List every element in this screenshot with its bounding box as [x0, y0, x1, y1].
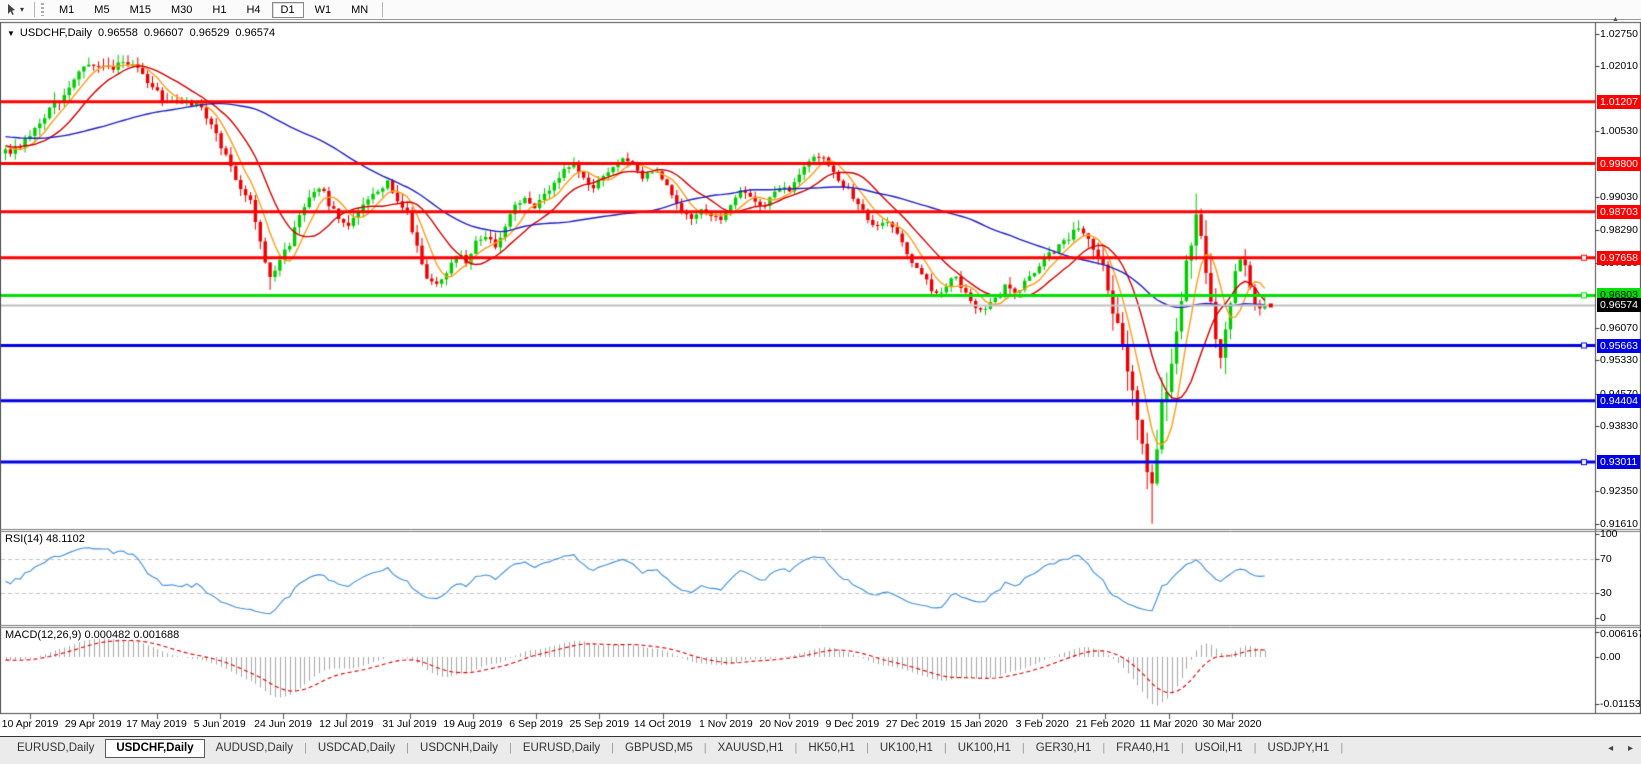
rsi-indicator-label: RSI(14) 48.1102 [5, 533, 85, 545]
chart-tab-usoil-h1[interactable]: USOil,H1 [1184, 739, 1254, 757]
chart-title: ▼ USDCHF,Daily 0.96558 0.96607 0.96529 0… [7, 27, 275, 39]
ohlc-low-value: 0.96529 [189, 27, 230, 39]
chart-tab-usdchf-daily[interactable]: USDCHF,Daily [105, 739, 205, 758]
chart-tab-usdjpy-h1[interactable]: USDJPY,H1 [1257, 739, 1341, 757]
toolbar-grip-handle[interactable] [41, 3, 45, 16]
tab-scroll-left-icon[interactable]: ◂ [1608, 743, 1613, 754]
timeframe-button-h1[interactable]: H1 [203, 2, 235, 18]
timeframe-button-m15[interactable]: M15 [121, 2, 160, 18]
chart-tab-usdcad-daily[interactable]: USDCAD,Daily [307, 739, 406, 757]
chart-tab-xauusd-h1[interactable]: XAUUSD,H1 [707, 739, 795, 757]
chart-tab-uk100-h1[interactable]: UK100,H1 [869, 739, 944, 757]
toolbar-separator [382, 2, 384, 17]
timeframe-button-mn[interactable]: MN [342, 2, 377, 18]
timeframe-toolbar: ▾ M1 M5 M15 M30 H1 H4 D1 W1 MN [0, 0, 1641, 20]
chart-tab-gbpusd-m5[interactable]: GBPUSD,M5 [614, 739, 704, 757]
chart-tab-usdcnh-daily[interactable]: USDCNH,Daily [409, 739, 509, 757]
chart-tab-uk100-h1[interactable]: UK100,H1 [947, 739, 1022, 757]
chart-scroll-up-icon[interactable]: ▲ [1612, 16, 1619, 23]
timeframe-button-h4[interactable]: H4 [237, 2, 269, 18]
chart-tab-eurusd-daily[interactable]: EURUSD,Daily [6, 739, 105, 757]
chart-tab-ger30-h1[interactable]: GER30,H1 [1025, 739, 1103, 757]
cursor-tool-dropdown-icon[interactable]: ▾ [20, 5, 24, 14]
tab-scroll-arrows: ◂ ▸ [1596, 743, 1633, 754]
chart-tab-fra40-h1[interactable]: FRA40,H1 [1105, 739, 1181, 757]
timeframe-button-w1[interactable]: W1 [306, 2, 341, 18]
toolbar-separator [34, 2, 36, 17]
chart-tab-eurusd-daily[interactable]: EURUSD,Daily [512, 739, 611, 757]
one-click-collapse-icon[interactable]: ▼ [7, 29, 15, 38]
tab-scroll-right-icon[interactable]: ▸ [1628, 743, 1633, 754]
ohlc-high-value: 0.96607 [143, 27, 184, 39]
ohlc-close-value: 0.96574 [235, 27, 276, 39]
timeframe-button-m1[interactable]: M1 [50, 2, 83, 18]
chart-tab-hk50-h1[interactable]: HK50,H1 [797, 739, 866, 757]
chart-tab-audusd-daily[interactable]: AUDUSD,Daily [205, 739, 304, 757]
chart-tab-bar: EURUSD,Daily USDCHF,Daily AUDUSD,Daily | USD… [0, 736, 1641, 764]
timeframe-buttons-group: M1 M5 M15 M30 H1 H4 D1 W1 MN [49, 1, 378, 18]
ohlc-open-value: 0.96558 [98, 27, 138, 39]
chart-tabs: EURUSD,Daily USDCHF,Daily AUDUSD,Daily | USD… [6, 739, 1343, 758]
macd-indicator-label: MACD(12,26,9) 0.000482 0.001688 [5, 629, 180, 641]
price-chart-canvas[interactable] [0, 0, 1641, 764]
cursor-tool-icon[interactable] [5, 3, 17, 16]
tab-separator: | [1340, 742, 1344, 754]
timeframe-button-m5[interactable]: M5 [85, 2, 118, 18]
chart-symbol-label: USDCHF,Daily [19, 27, 93, 39]
timeframe-button-d1[interactable]: D1 [271, 1, 304, 18]
timeframe-button-m30[interactable]: M30 [162, 2, 201, 18]
